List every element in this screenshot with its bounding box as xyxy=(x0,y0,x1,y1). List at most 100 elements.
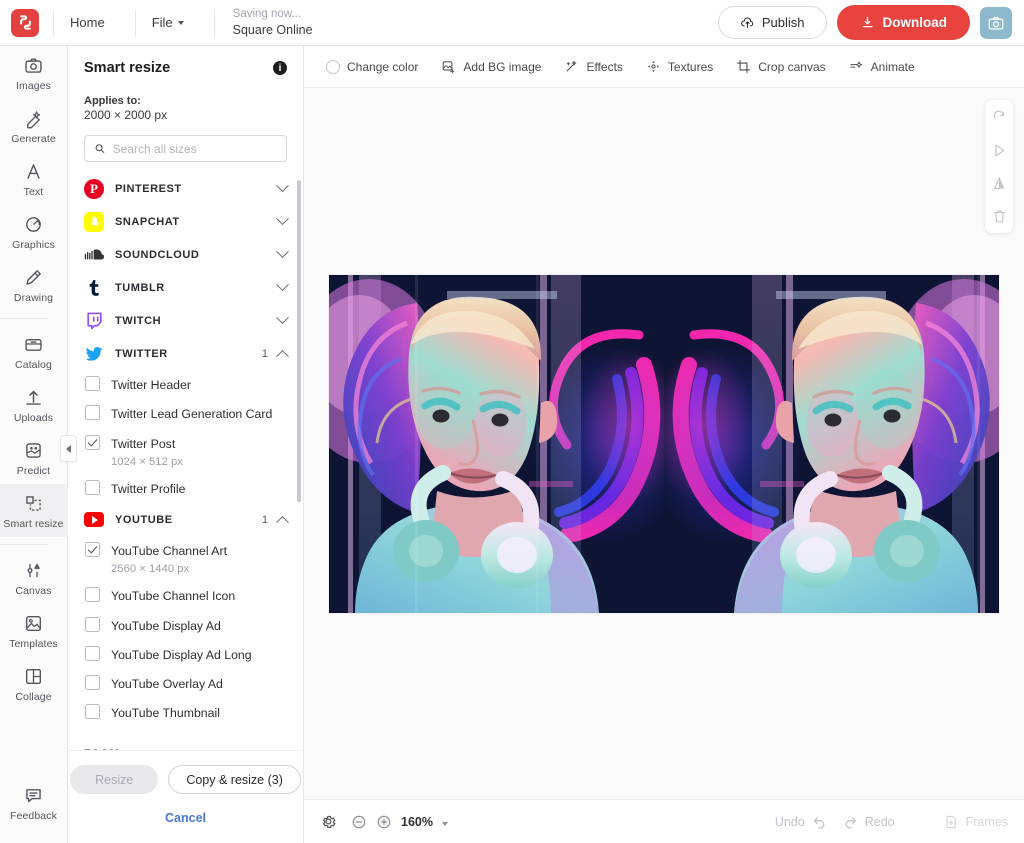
size-option-label: Twitter Profile xyxy=(111,482,185,496)
home-menu[interactable]: Home xyxy=(54,0,121,46)
flip-icon xyxy=(991,175,1008,192)
size-option-row[interactable]: YouTube Thumbnail xyxy=(84,698,287,727)
size-option-checkbox[interactable] xyxy=(85,646,100,661)
size-option-row[interactable]: YouTube Display Ad Long xyxy=(84,640,287,669)
canvas-tool-textures[interactable]: Textures xyxy=(636,53,723,80)
zoom-out-button[interactable] xyxy=(351,814,367,830)
info-icon[interactable]: i xyxy=(273,61,287,75)
zoom-in-button[interactable] xyxy=(376,814,392,830)
size-option-label: Twitter Header xyxy=(111,378,191,392)
sidebar-item-text[interactable]: Text xyxy=(0,152,68,205)
flip-button[interactable] xyxy=(990,174,1008,192)
canvas-area: Change color Add BG imageEffectsTexturesC… xyxy=(304,46,1024,843)
size-option-checkbox[interactable] xyxy=(85,376,100,391)
frames-button[interactable]: Frames xyxy=(943,814,1008,830)
publish-button[interactable]: Publish xyxy=(718,6,827,39)
platform-row-twitch[interactable]: TWITCH xyxy=(84,304,287,337)
sidebar-item-templates[interactable]: Templates xyxy=(0,604,68,657)
plus-circle-icon xyxy=(376,814,392,830)
square-logo-glyph xyxy=(15,12,36,33)
undo-button[interactable]: Undo xyxy=(775,813,828,830)
canvas-tool-crop-canvas[interactable]: Crop canvas xyxy=(726,53,835,80)
sidebar-item-label: Canvas xyxy=(15,585,51,597)
rail-separator xyxy=(0,318,48,319)
sidebar-item-uploads[interactable]: Uploads xyxy=(0,378,68,431)
size-option-checkbox[interactable] xyxy=(85,435,100,450)
rotate-button[interactable] xyxy=(990,108,1008,126)
sidebar-item-generate[interactable]: Generate xyxy=(0,99,68,152)
platform-row-snapchat[interactable]: SNAPCHAT xyxy=(84,205,287,238)
cancel-button[interactable]: Cancel xyxy=(165,811,206,825)
platform-row-tumblr[interactable]: TUMBLR xyxy=(84,271,287,304)
panel-collapse-toggle[interactable] xyxy=(60,435,77,462)
size-option-checkbox[interactable] xyxy=(85,617,100,632)
size-option-checkbox[interactable] xyxy=(85,542,100,557)
size-option-row[interactable]: Twitter Header xyxy=(84,370,287,399)
sidebar-item-predict[interactable]: Predict xyxy=(0,431,68,484)
sidebar-item-graphics[interactable]: Graphics xyxy=(0,205,68,258)
platform-row-soundcloud[interactable]: SOUNDCLOUD xyxy=(84,238,287,271)
templates-icon xyxy=(23,613,44,634)
canvas-tool-label: Change color xyxy=(347,60,418,74)
crop-icon xyxy=(736,59,751,74)
canvas-tool-animate[interactable]: Animate xyxy=(839,53,925,80)
canvas-settings-button[interactable] xyxy=(320,813,337,830)
size-option-row[interactable]: YouTube Overlay Ad xyxy=(84,669,287,698)
download-button[interactable]: Download xyxy=(837,5,971,40)
sidebar-item-canvas[interactable]: Canvas xyxy=(0,551,68,604)
size-option-checkbox[interactable] xyxy=(85,405,100,420)
divider-3 xyxy=(214,10,215,36)
canvas-tool-change-color[interactable]: Change color xyxy=(316,54,428,80)
search-box[interactable] xyxy=(84,135,287,162)
camera-icon xyxy=(987,14,1005,32)
zoom-dropdown-button[interactable] xyxy=(442,813,448,831)
platform-row-zoom[interactable]: ZOOM xyxy=(84,736,287,750)
canvas-tool-effects[interactable]: Effects xyxy=(554,53,632,80)
size-option-row[interactable]: Twitter Profile xyxy=(84,474,287,503)
sidebar-item-images[interactable]: Images xyxy=(0,46,68,99)
size-option-label: YouTube Display Ad xyxy=(111,619,221,633)
gear-icon xyxy=(320,813,337,830)
platform-name: TWITTER xyxy=(115,348,168,360)
square-logo[interactable] xyxy=(11,9,39,37)
size-option-row[interactable]: YouTube Display Ad xyxy=(84,611,287,640)
size-option-checkbox[interactable] xyxy=(85,480,100,495)
platform-row-twitter[interactable]: TWITTER 1 xyxy=(84,337,287,370)
artwork-canvas[interactable] xyxy=(329,275,999,613)
copy-and-resize-button[interactable]: Copy & resize (3) xyxy=(168,765,301,794)
size-option-row[interactable]: Twitter Post1024 × 512 px xyxy=(84,429,287,474)
canvas-toolbar: Change color Add BG imageEffectsTexturesC… xyxy=(304,46,1024,88)
size-option-row[interactable]: YouTube Channel Art2560 × 1440 px xyxy=(84,536,287,581)
panel-scroll-region[interactable]: PPINTERESTSNAPCHATSOUNDCLOUDTUMBLRTWITCH… xyxy=(68,172,303,750)
sidebar-item-smart-resize[interactable]: Smart resize xyxy=(0,484,68,537)
size-option-checkbox[interactable] xyxy=(85,675,100,690)
canvas-stage[interactable] xyxy=(304,88,1024,799)
sidebar-item-collage[interactable]: Collage xyxy=(0,657,68,710)
size-option-row[interactable]: YouTube Channel Icon xyxy=(84,581,287,610)
platform-row-youtube[interactable]: YOUTUBE1 xyxy=(84,503,287,536)
size-option-row[interactable]: Twitter Lead Generation Card xyxy=(84,399,287,428)
size-option-checkbox[interactable] xyxy=(85,704,100,719)
canvas-tool-add-bg-image[interactable]: Add BG image xyxy=(431,53,551,80)
file-menu[interactable]: File xyxy=(136,0,200,46)
rail-bottom: Feedback xyxy=(0,776,68,843)
screenshot-camera-button[interactable] xyxy=(980,7,1012,39)
chevron-down-icon xyxy=(442,822,448,826)
resize-button[interactable]: Resize xyxy=(70,765,158,794)
size-option-checkbox[interactable] xyxy=(85,587,100,602)
publish-label: Publish xyxy=(762,15,805,30)
sidebar-item-label: Drawing xyxy=(14,292,53,304)
platform-selected-count: 1 xyxy=(262,348,268,360)
sidebar-item-drawing[interactable]: Drawing xyxy=(0,258,68,311)
sidebar-item-catalog[interactable]: Catalog xyxy=(0,325,68,378)
soundcloud-icon xyxy=(84,245,104,265)
search-input[interactable] xyxy=(113,142,277,156)
panel-scrollbar[interactable] xyxy=(297,180,301,502)
chevron-down-icon xyxy=(276,311,289,324)
sidebar-item-feedback[interactable]: Feedback xyxy=(0,776,68,829)
redo-button[interactable]: Redo xyxy=(842,813,895,830)
play-button[interactable] xyxy=(990,141,1008,159)
play-icon xyxy=(991,142,1008,159)
trash-button[interactable] xyxy=(990,207,1008,225)
platform-row-pinterest[interactable]: PPINTEREST xyxy=(84,172,287,205)
